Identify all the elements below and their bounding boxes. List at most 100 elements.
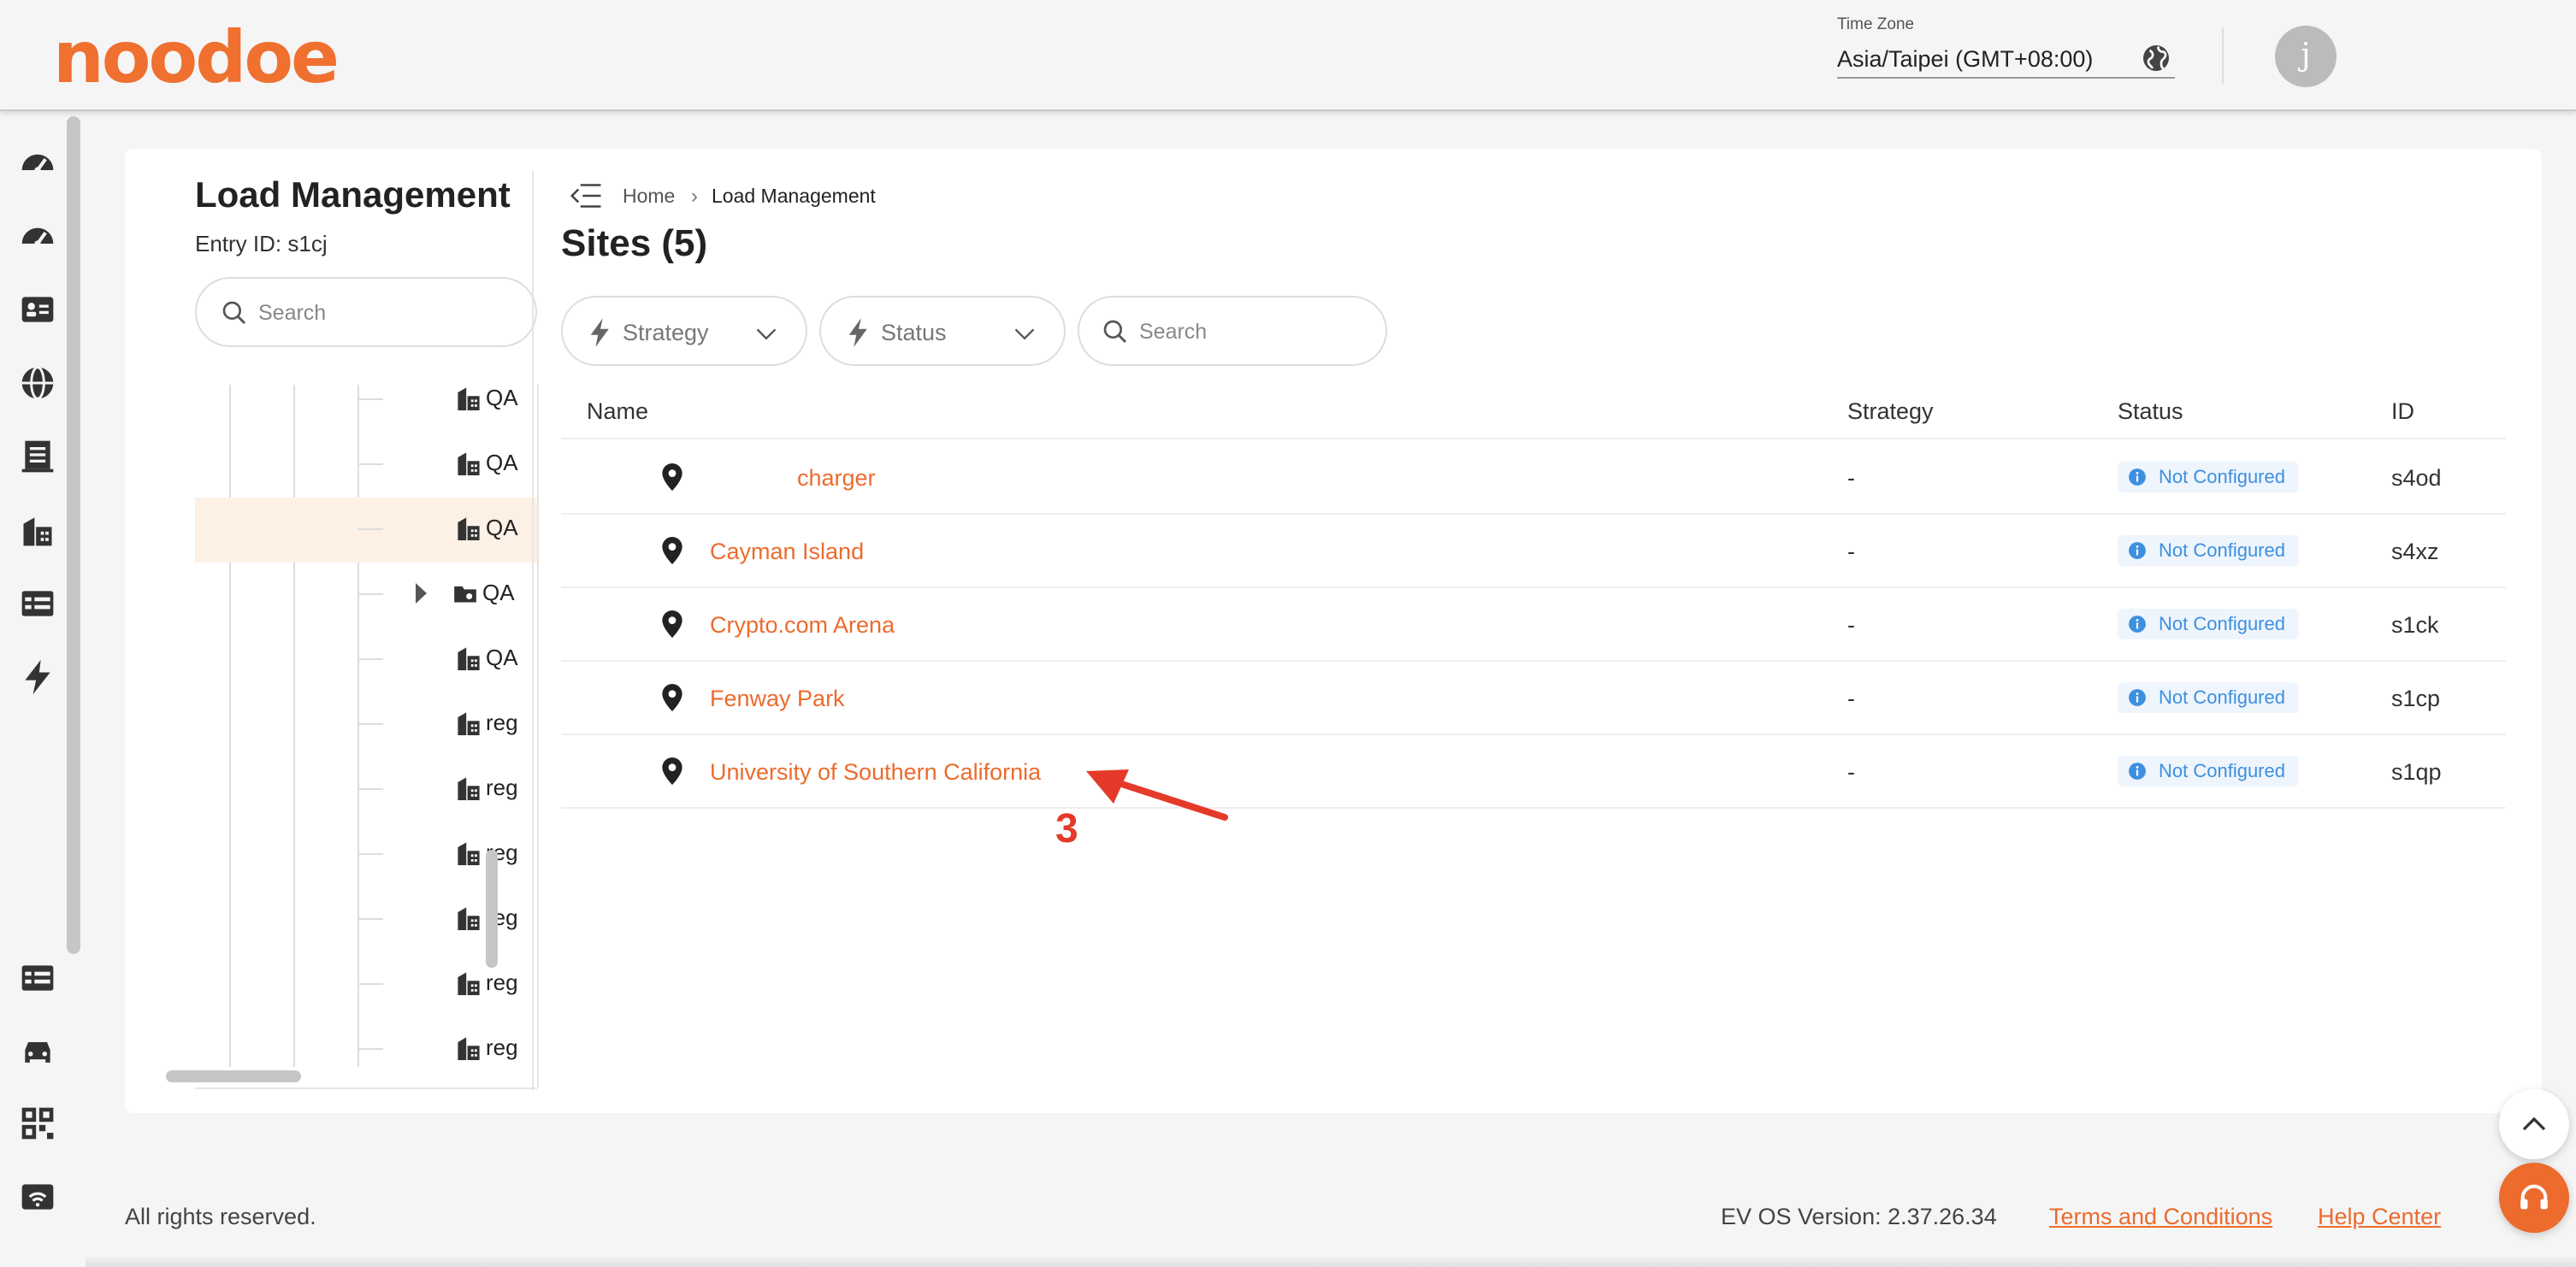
info-icon bbox=[2129, 616, 2146, 633]
wifi-card-icon[interactable] bbox=[19, 1178, 56, 1216]
status-filter[interactable]: Status bbox=[819, 296, 1066, 366]
tree-item-label: QA bbox=[486, 515, 518, 540]
id-card-icon[interactable] bbox=[19, 291, 56, 328]
building-icon bbox=[458, 647, 480, 670]
column-header-strategy[interactable]: Strategy bbox=[1847, 398, 1934, 425]
status-badge-label: Not Configured bbox=[2159, 466, 2285, 487]
building-icon bbox=[458, 972, 480, 995]
status-badge: Not Configured bbox=[2118, 682, 2299, 713]
timezone-value: Asia/Taipei (GMT+08:00) bbox=[1837, 46, 2094, 72]
status-badge-label: Not Configured bbox=[2159, 760, 2285, 781]
tree-border bbox=[537, 385, 539, 1087]
chevron-down-icon bbox=[1014, 328, 1035, 340]
tree-branch bbox=[357, 853, 383, 855]
breadcrumb-home[interactable]: Home bbox=[623, 185, 675, 208]
breadcrumb-separator-icon: › bbox=[691, 185, 698, 208]
noodoe-logo[interactable]: noodoe bbox=[53, 19, 340, 96]
column-header-name[interactable]: Name bbox=[587, 398, 648, 425]
site-name-link[interactable]: charger bbox=[797, 465, 876, 492]
tree-search-input[interactable]: Search bbox=[195, 277, 537, 347]
site-strategy: - bbox=[1847, 465, 1855, 491]
building-icon bbox=[458, 517, 480, 540]
globe-nav-icon[interactable] bbox=[19, 364, 56, 402]
collapse-sidebar-icon[interactable] bbox=[570, 183, 602, 209]
strategy-filter-label: Strategy bbox=[623, 320, 709, 345]
top-header: noodoe Time Zone Asia/Taipei (GMT+08:00)… bbox=[0, 0, 2576, 111]
building-icon bbox=[458, 1037, 480, 1060]
table-icon[interactable] bbox=[19, 585, 56, 622]
help-center-link[interactable]: Help Center bbox=[2318, 1204, 2441, 1230]
site-name-link[interactable]: Crypto.com Arena bbox=[710, 612, 895, 639]
city-icon[interactable] bbox=[19, 511, 56, 549]
tree-branch bbox=[357, 463, 383, 465]
table-row[interactable]: Crypto.com Arena - Not Configured s1ck bbox=[561, 588, 2506, 662]
chevron-down-icon bbox=[756, 328, 777, 340]
bolt-icon[interactable] bbox=[19, 658, 56, 696]
footer-rights: All rights reserved. bbox=[125, 1204, 316, 1229]
status-badge-label: Not Configured bbox=[2159, 687, 2285, 708]
chevron-up-icon bbox=[2522, 1117, 2546, 1131]
tree-branch bbox=[357, 658, 383, 660]
site-name-link[interactable]: Fenway Park bbox=[710, 686, 845, 712]
tree-item[interactable]: QA bbox=[195, 385, 537, 433]
status-badge: Not Configured bbox=[2118, 462, 2299, 492]
tree-branch bbox=[357, 788, 383, 790]
table-row[interactable]: Fenway Park - Not Configured s1cp bbox=[561, 662, 2506, 735]
bolt-icon bbox=[590, 318, 609, 347]
expand-caret-icon[interactable] bbox=[416, 583, 427, 604]
tree-branch bbox=[357, 1048, 383, 1050]
info-icon bbox=[2129, 763, 2146, 780]
timezone-selector[interactable]: Time Zone Asia/Taipei (GMT+08:00) bbox=[1837, 15, 2175, 79]
user-avatar[interactable]: j bbox=[2275, 26, 2337, 87]
tree-panel: Load Management Entry ID: s1cj Search QA… bbox=[159, 149, 539, 1113]
table-row[interactable]: University of Southern California - Not … bbox=[561, 735, 2506, 809]
sites-search-input[interactable]: Search bbox=[1078, 296, 1387, 366]
dashboard-alt-icon[interactable] bbox=[19, 215, 56, 253]
panel-divider bbox=[532, 171, 534, 1091]
tree-vertical-scrollbar[interactable] bbox=[486, 850, 498, 968]
tree-branch bbox=[357, 398, 383, 400]
status-badge: Not Configured bbox=[2118, 535, 2299, 566]
tree-horizontal-scrollbar[interactable] bbox=[166, 1070, 301, 1082]
strategy-filter[interactable]: Strategy bbox=[561, 296, 807, 366]
terms-link[interactable]: Terms and Conditions bbox=[2049, 1204, 2272, 1230]
qr-code-icon[interactable] bbox=[19, 1105, 56, 1142]
tree-view[interactable]: QA QA QA QA QA reg reg reg reg reg reg bbox=[195, 385, 537, 1087]
table-alt-icon[interactable] bbox=[19, 959, 56, 997]
site-id: s1qp bbox=[2391, 759, 2442, 785]
site-id: s4od bbox=[2391, 465, 2442, 491]
tree-item-folder[interactable]: QA bbox=[195, 563, 537, 628]
rail-scrollbar[interactable] bbox=[67, 116, 80, 954]
building-icon[interactable] bbox=[19, 438, 56, 475]
site-name-link[interactable]: Cayman Island bbox=[710, 539, 864, 565]
table-row[interactable]: charger - Not Configured s4od bbox=[561, 441, 2506, 515]
table-row[interactable]: Cayman Island - Not Configured s4xz bbox=[561, 515, 2506, 588]
tree-item-label: reg bbox=[486, 969, 518, 995]
tree-item-label: QA bbox=[486, 385, 518, 410]
tree-item[interactable]: reg bbox=[195, 692, 537, 757]
tree-item[interactable]: reg bbox=[195, 757, 537, 822]
annotation-number: 3 bbox=[1055, 806, 1078, 852]
tree-item[interactable]: QA bbox=[195, 433, 537, 498]
scroll-to-top-button[interactable] bbox=[2499, 1089, 2569, 1159]
tree-item-label: QA bbox=[482, 580, 515, 605]
column-header-id[interactable]: ID bbox=[2391, 398, 2414, 425]
dashboard-icon[interactable] bbox=[19, 142, 56, 180]
site-id: s1ck bbox=[2391, 612, 2439, 638]
tree-item[interactable]: QA bbox=[195, 628, 537, 692]
status-badge-label: Not Configured bbox=[2159, 613, 2285, 634]
location-pin-icon bbox=[662, 757, 682, 785]
globe-icon bbox=[2143, 45, 2169, 71]
tree-item-selected[interactable]: QA bbox=[195, 498, 537, 563]
car-icon[interactable] bbox=[19, 1033, 56, 1070]
annotation-arrow-icon bbox=[1086, 769, 1228, 821]
status-badge-label: Not Configured bbox=[2159, 539, 2285, 561]
site-name-link[interactable]: University of Southern California bbox=[710, 759, 1041, 786]
info-icon bbox=[2129, 689, 2146, 706]
location-pin-icon bbox=[662, 684, 682, 711]
headset-icon bbox=[2520, 1184, 2548, 1210]
location-pin-icon bbox=[662, 610, 682, 638]
page-title: Sites (5) bbox=[561, 222, 708, 264]
column-header-status[interactable]: Status bbox=[2118, 398, 2183, 425]
support-chat-button[interactable] bbox=[2499, 1163, 2569, 1233]
